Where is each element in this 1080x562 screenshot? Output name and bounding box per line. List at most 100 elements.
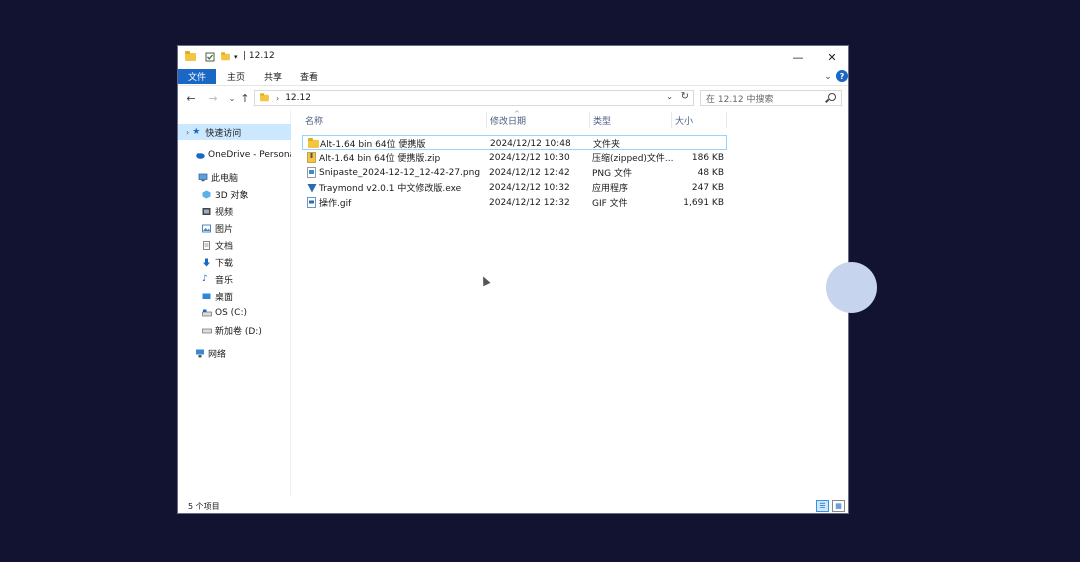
- file-row[interactable]: 操作.gif 2024/12/12 12:32 GIF 文件 1,691 KB: [302, 195, 727, 210]
- sidebar-item-label: 下载: [215, 258, 234, 269]
- column-header-type[interactable]: 类型: [590, 112, 672, 128]
- zip-icon: [307, 150, 319, 165]
- sidebar-item-label: 文档: [215, 241, 234, 252]
- sidebar-item-desktop[interactable]: 桌面: [178, 288, 291, 304]
- details-view-icon[interactable]: ☰: [816, 500, 829, 512]
- close-button[interactable]: ✕: [818, 48, 846, 66]
- file-row[interactable]: Alt-1.64 bin 64位 便携版.zip 2024/12/12 10:3…: [302, 150, 727, 165]
- file-date: 2024/12/12 12:42: [489, 167, 570, 178]
- sidebar-item-label: 3D 对象: [215, 190, 249, 201]
- file-row[interactable]: Snipaste_2024-12-12_12-42-27.png 2024/12…: [302, 165, 727, 180]
- item-count: 5 个项目: [188, 502, 220, 511]
- recent-locations-icon[interactable]: ⌄: [225, 90, 239, 106]
- exe-icon: [307, 180, 319, 195]
- file-size: 247 KB: [691, 182, 724, 193]
- tab-home[interactable]: 主页: [227, 69, 245, 84]
- file-type: 文件夹: [593, 140, 621, 150]
- file-date: 2024/12/12 10:30: [489, 152, 570, 163]
- window-title: | 12.12: [243, 51, 275, 61]
- cube-icon: [202, 190, 211, 199]
- ribbon-tabs: 文件 主页 共享 查看 ⌄ ?: [178, 68, 848, 85]
- properties-icon[interactable]: [205, 51, 215, 63]
- network-icon: [195, 349, 204, 358]
- png-icon: [307, 165, 319, 180]
- folder-icon: [308, 136, 320, 151]
- music-icon: ♪: [202, 273, 208, 284]
- address-bar[interactable]: › 12.12 ⌄ ↻: [254, 90, 694, 106]
- gif-icon: [307, 195, 319, 210]
- title-separator: |: [243, 51, 247, 61]
- address-folder-icon: [260, 93, 269, 102]
- help-icon[interactable]: ?: [836, 70, 848, 82]
- ribbon-expand-icon[interactable]: ⌄: [822, 69, 834, 84]
- search-icon[interactable]: [828, 93, 836, 101]
- tab-share[interactable]: 共享: [264, 69, 282, 84]
- minimize-button[interactable]: —: [784, 48, 812, 66]
- refresh-icon[interactable]: ↻: [681, 91, 689, 102]
- large-icons-view-icon[interactable]: ▦: [832, 500, 845, 512]
- drive-icon: [202, 309, 212, 318]
- address-dropdown-icon[interactable]: ⌄: [666, 92, 673, 101]
- file-type: 应用程序: [592, 184, 629, 194]
- navigation-bar: ← → ⌄ ↑ › 12.12 ⌄ ↻ 在 12.12 中搜索: [178, 88, 848, 108]
- sidebar-item-3d-objects[interactable]: 3D 对象: [178, 186, 291, 202]
- file-date: 2024/12/12 10:32: [489, 182, 570, 193]
- picture-icon: [202, 224, 211, 233]
- title-bar: ▾ | 12.12 — ✕: [178, 46, 848, 68]
- sidebar-item-this-pc[interactable]: 此电脑: [178, 169, 291, 185]
- file-name[interactable]: 操作.gif: [319, 195, 487, 210]
- file-name[interactable]: Traymond v2.0.1 中文修改版.exe: [319, 180, 487, 195]
- sidebar-item-videos[interactable]: 视频: [178, 203, 291, 219]
- sidebar-item-label: 快速访问: [205, 128, 242, 139]
- file-name[interactable]: Alt-1.64 bin 64位 便携版.zip: [319, 150, 487, 165]
- video-icon: [202, 207, 211, 216]
- sidebar-item-label: 新加卷 (D:): [215, 326, 262, 337]
- desktop-icon: [202, 292, 211, 301]
- file-row[interactable]: Alt-1.64 bin 64位 便携版 2024/12/12 10:48 文件…: [302, 135, 727, 150]
- column-header-date[interactable]: 修改日期: [487, 112, 590, 128]
- new-folder-icon[interactable]: [220, 51, 231, 63]
- sidebar-item-documents[interactable]: 文档: [178, 237, 291, 253]
- file-name[interactable]: Alt-1.64 bin 64位 便携版: [320, 136, 488, 151]
- ribbon-divider: [178, 85, 848, 86]
- document-icon: [202, 240, 211, 250]
- navigation-pane: › ★ 快速访问 OneDrive - Persona 此电脑 3D 对象 视频…: [178, 110, 291, 497]
- customize-toolbar-icon[interactable]: ▾: [234, 51, 238, 63]
- sidebar-item-pictures[interactable]: 图片: [178, 220, 291, 236]
- sidebar-item-label: OneDrive - Persona: [208, 150, 291, 160]
- sidebar-item-label: 图片: [215, 224, 234, 235]
- tab-file[interactable]: 文件: [178, 69, 216, 84]
- breadcrumb-12-12[interactable]: 12.12: [285, 93, 311, 103]
- floating-ball[interactable]: [826, 262, 877, 313]
- app-folder-icon: [185, 51, 196, 63]
- column-header-size[interactable]: 大小: [672, 112, 727, 128]
- file-date: 2024/12/12 10:48: [490, 138, 571, 149]
- file-type: 压缩(zipped)文件...: [592, 154, 674, 164]
- search-input[interactable]: 在 12.12 中搜索: [700, 90, 842, 106]
- up-arrow-icon[interactable]: ↑: [238, 90, 252, 106]
- sidebar-item-drive-d[interactable]: 新加卷 (D:): [178, 322, 291, 338]
- file-row[interactable]: Traymond v2.0.1 中文修改版.exe 2024/12/12 10:…: [302, 180, 727, 195]
- cloud-icon: [195, 151, 205, 160]
- sidebar-item-network[interactable]: 网络: [178, 345, 291, 361]
- sidebar-item-drive-c[interactable]: OS (C:): [178, 305, 291, 321]
- path-separator: ›: [276, 93, 280, 103]
- sidebar-item-label: 桌面: [215, 292, 234, 303]
- computer-icon: [198, 173, 208, 182]
- sidebar-item-music[interactable]: ♪ 音乐: [178, 271, 291, 287]
- sidebar-item-label: 此电脑: [211, 173, 239, 184]
- sidebar-item-onedrive[interactable]: OneDrive - Persona: [178, 147, 291, 163]
- file-size: 1,691 KB: [683, 197, 724, 208]
- column-header-name[interactable]: 名称: [302, 112, 487, 128]
- tab-view[interactable]: 查看: [300, 69, 318, 84]
- status-bar: 5 个项目 ☰ ▦: [178, 497, 848, 513]
- file-name[interactable]: Snipaste_2024-12-12_12-42-27.png: [319, 165, 487, 180]
- download-icon: [202, 258, 211, 267]
- sidebar-item-label: 网络: [208, 349, 227, 360]
- sidebar-item-quick-access[interactable]: › ★ 快速访问: [178, 124, 291, 140]
- back-arrow-icon[interactable]: ←: [184, 90, 198, 106]
- sidebar-item-downloads[interactable]: 下载: [178, 254, 291, 270]
- drive-icon: [202, 326, 212, 335]
- forward-arrow-icon[interactable]: →: [206, 90, 220, 106]
- sidebar-item-label: 音乐: [215, 275, 234, 286]
